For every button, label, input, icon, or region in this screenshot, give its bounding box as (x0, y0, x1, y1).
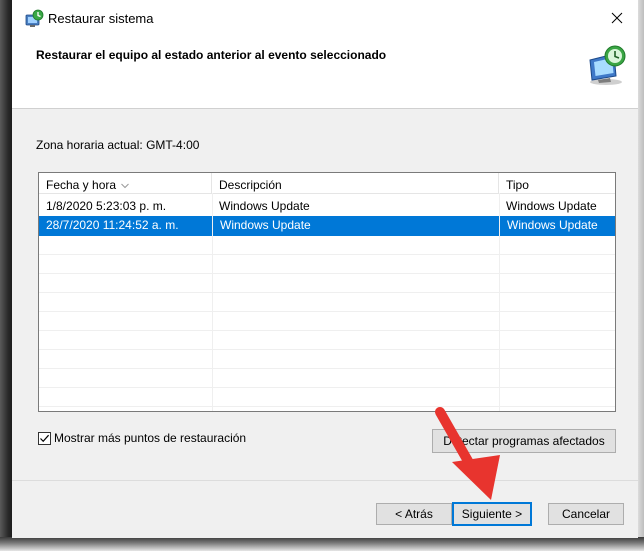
column-header-label: Tipo (506, 178, 529, 192)
close-icon (611, 12, 623, 27)
empty-row (39, 311, 615, 331)
cell-tipo: Windows Update (499, 216, 615, 235)
timezone-label: Zona horaria actual: GMT-4:00 (36, 138, 200, 152)
empty-row (39, 273, 615, 293)
system-restore-window: Restaurar sistema Restaurar el equipo al… (12, 0, 638, 538)
empty-row (39, 292, 615, 312)
cancel-button[interactable]: Cancelar (548, 503, 624, 525)
cell-descripcion: Windows Update (219, 199, 310, 213)
checkbox-label: Mostrar más puntos de restauración (54, 431, 247, 445)
checkmark-icon (40, 434, 50, 442)
column-divider (499, 193, 500, 411)
back-button[interactable]: < Atrás (376, 503, 452, 525)
window-title: Restaurar sistema (48, 11, 154, 26)
system-restore-icon (24, 9, 44, 29)
header-title: Restaurar el equipo al estado anterior a… (36, 48, 387, 62)
empty-row (39, 254, 615, 274)
column-header-descripcion[interactable]: Descripción (212, 173, 499, 193)
restore-points-list[interactable]: Fecha y hora Descripción Tipo 1/8/2020 5… (38, 172, 616, 412)
window-shadow-left (0, 0, 12, 545)
window-shadow-bottom (0, 537, 644, 551)
close-button[interactable] (602, 6, 632, 32)
window-shadow-right (638, 0, 644, 545)
detect-affected-programs-button[interactable]: Detectar programas afectados (432, 429, 616, 453)
sort-chevron-icon (121, 173, 129, 189)
empty-row (39, 368, 615, 388)
table-row[interactable]: 1/8/2020 5:23:03 p. m. Windows Update Wi… (39, 197, 615, 217)
cell-fecha: 28/7/2020 11:24:52 a. m. (46, 218, 179, 232)
column-divider (212, 193, 213, 411)
show-more-restore-points-checkbox[interactable]: Mostrar más puntos de restauración (38, 430, 246, 446)
wizard-header: Restaurar el equipo al estado anterior a… (12, 38, 638, 109)
title-bar: Restaurar sistema (12, 0, 638, 38)
cell-tipo: Windows Update (506, 199, 597, 213)
system-restore-large-icon (584, 42, 630, 88)
footer-separator (12, 480, 638, 481)
list-header: Fecha y hora Descripción Tipo (39, 173, 615, 194)
checkbox-box[interactable] (38, 431, 51, 445)
column-header-tipo[interactable]: Tipo (499, 173, 615, 193)
column-header-label: Descripción (219, 178, 282, 192)
cell-descripcion: Windows Update (212, 216, 499, 235)
column-header-fecha[interactable]: Fecha y hora (39, 173, 212, 193)
empty-row (39, 349, 615, 369)
column-header-label: Fecha y hora (46, 178, 117, 192)
cell-fecha: 1/8/2020 5:23:03 p. m. (46, 199, 167, 213)
empty-row (39, 330, 615, 350)
empty-row (39, 387, 615, 407)
table-row-selected[interactable]: 28/7/2020 11:24:52 a. m. Windows Update … (39, 216, 615, 236)
empty-row (39, 235, 615, 255)
next-button[interactable]: Siguiente > (452, 502, 532, 526)
